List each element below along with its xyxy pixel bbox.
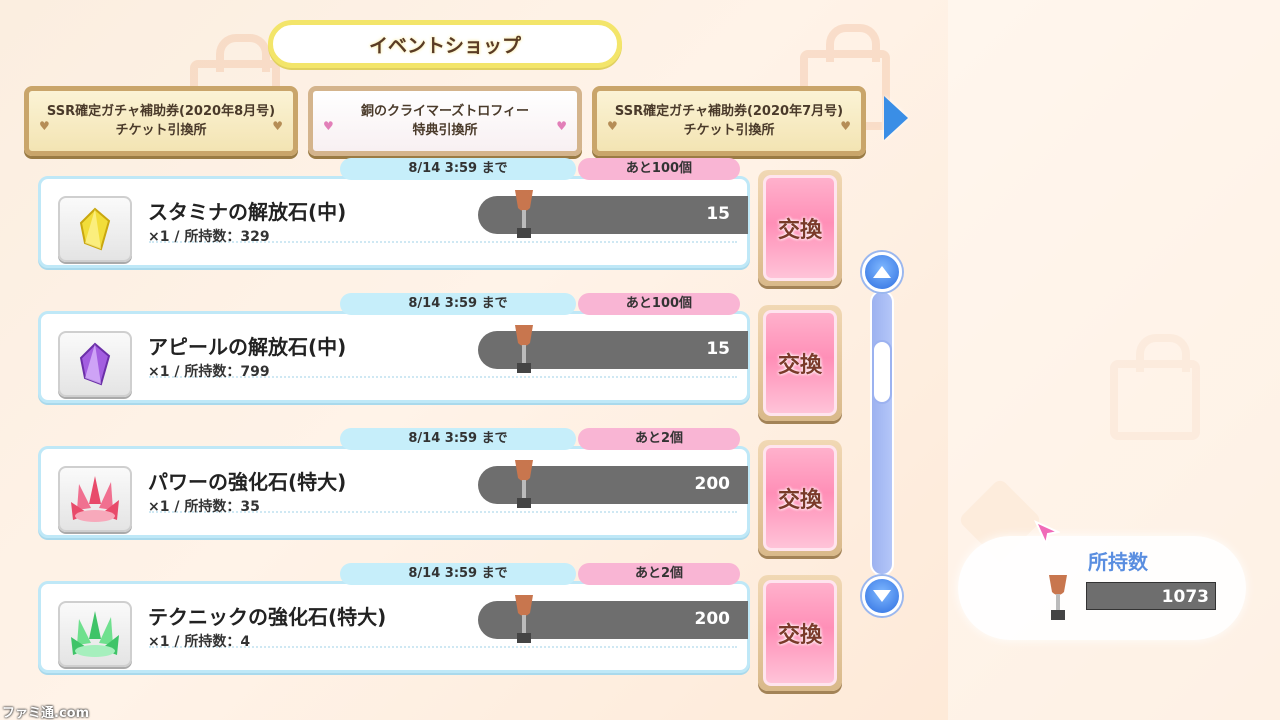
exchange-button[interactable]: 交換: [758, 170, 842, 286]
green-crystal-cluster-icon: [71, 611, 119, 657]
shop-item-row: 8/14 3:59 まで あと2個 テクニックの強化石(特大) ×1 / 所持数…: [38, 563, 842, 691]
purple-crystal-icon: [79, 342, 111, 386]
deadline-badge: 8/14 3:59 まで: [340, 293, 576, 315]
remaining-badge: あと100個: [578, 293, 740, 315]
page-title: イベントショップ: [368, 34, 521, 57]
watermark: ファミ通.com: [2, 706, 90, 720]
deadline-badge: 8/14 3:59 まで: [340, 428, 576, 450]
tab-next-arrow-icon[interactable]: [884, 96, 908, 140]
item-name: スタミナの解放石(中): [148, 200, 347, 224]
pink-cursor-icon: [1034, 520, 1060, 546]
tab-label-line1: SSR確定ガチャ補助券(2020年8月号): [46, 104, 276, 119]
heart-icon: ♥: [39, 119, 50, 133]
exchange-button-label: 交換: [763, 310, 837, 416]
exchange-button-label: 交換: [763, 445, 837, 551]
scroll-up-button[interactable]: [862, 252, 902, 292]
trophy-icon: [1049, 575, 1067, 620]
deadline-badge: 8/14 3:59 まで: [340, 563, 576, 585]
scroll-down-button[interactable]: [862, 576, 902, 616]
item-icon-box: [58, 466, 132, 532]
owned-value: 1073: [1161, 587, 1209, 607]
item-icon-box: [58, 196, 132, 262]
heart-icon: ♥: [556, 119, 567, 133]
shop-item-row: 8/14 3:59 まで あと100個 スタミナの解放石(中) ×1 / 所持数…: [38, 158, 842, 286]
yellow-crystal-icon: [79, 207, 111, 251]
remaining-badge: あと100個: [578, 158, 740, 180]
shop-item-row: 8/14 3:59 まで あと100個 アピールの解放石(中) ×1 / 所持数…: [38, 293, 842, 421]
scrollbar-track[interactable]: [870, 290, 894, 576]
arrow-up-icon: [873, 266, 891, 278]
item-name: アピールの解放石(中): [148, 335, 347, 359]
owned-value-bar: 1073: [1086, 582, 1216, 610]
item-quantity: ×1 / 所持数：799: [148, 364, 270, 380]
shop-title-bar: イベントショップ: [268, 20, 622, 68]
tab-ssr-ticket-july[interactable]: ♥ SSR確定ガチャ補助券(2020年7月号) チケット引換所 ♥: [592, 86, 866, 156]
tab-label-line1: SSR確定ガチャ補助券(2020年7月号): [614, 104, 844, 119]
tab-bronze-trophy[interactable]: ♥ 銅のクライマーズトロフィー 特典引換所 ♥: [308, 86, 582, 156]
remaining-badge: あと2個: [578, 563, 740, 585]
heart-icon: ♥: [607, 119, 618, 133]
shop-item-row: 8/14 3:59 まで あと2個 パワーの強化石(特大) ×1 / 所持数：3…: [38, 428, 842, 556]
remaining-badge: あと2個: [578, 428, 740, 450]
deadline-badge: 8/14 3:59 まで: [340, 158, 576, 180]
cost-value: 200: [694, 474, 731, 494]
item-quantity: ×1 / 所持数：329: [148, 229, 270, 245]
item-quantity: ×1 / 所持数：35: [148, 499, 260, 515]
trophy-icon: [515, 325, 533, 373]
item-quantity: ×1 / 所持数：4: [148, 634, 251, 650]
exchange-button[interactable]: 交換: [758, 440, 842, 556]
red-crystal-cluster-icon: [71, 476, 119, 522]
tab-ssr-ticket-august[interactable]: ♥ SSR確定ガチャ補助券(2020年8月号) チケット引換所 ♥: [24, 86, 298, 156]
trophy-icon: [515, 460, 533, 508]
exchange-button-label: 交換: [763, 175, 837, 281]
tab-label-line2: チケット引換所: [683, 123, 775, 138]
trophy-icon: [515, 190, 533, 238]
exchange-button[interactable]: 交換: [758, 575, 842, 691]
tab-label-line2: チケット引換所: [115, 123, 207, 138]
tab-label-line1: 銅のクライマーズトロフィー: [360, 104, 530, 119]
exchange-button-label: 交換: [763, 580, 837, 686]
item-icon-box: [58, 331, 132, 397]
trophy-icon: [515, 595, 533, 643]
scrollbar-thumb[interactable]: [872, 340, 892, 404]
item-name: パワーの強化石(特大): [148, 470, 347, 494]
item-icon-box: [58, 601, 132, 667]
item-name: テクニックの強化石(特大): [148, 605, 387, 629]
cost-value: 200: [694, 609, 731, 629]
arrow-down-icon: [873, 590, 891, 602]
heart-icon: ♥: [840, 119, 851, 133]
exchange-button[interactable]: 交換: [758, 305, 842, 421]
heart-icon: ♥: [272, 119, 283, 133]
cost-value: 15: [706, 339, 730, 359]
cost-value: 15: [706, 204, 730, 224]
heart-icon: ♥: [323, 119, 334, 133]
owned-label: 所持数: [1088, 550, 1148, 574]
tab-label-line2: 特典引換所: [412, 123, 478, 138]
